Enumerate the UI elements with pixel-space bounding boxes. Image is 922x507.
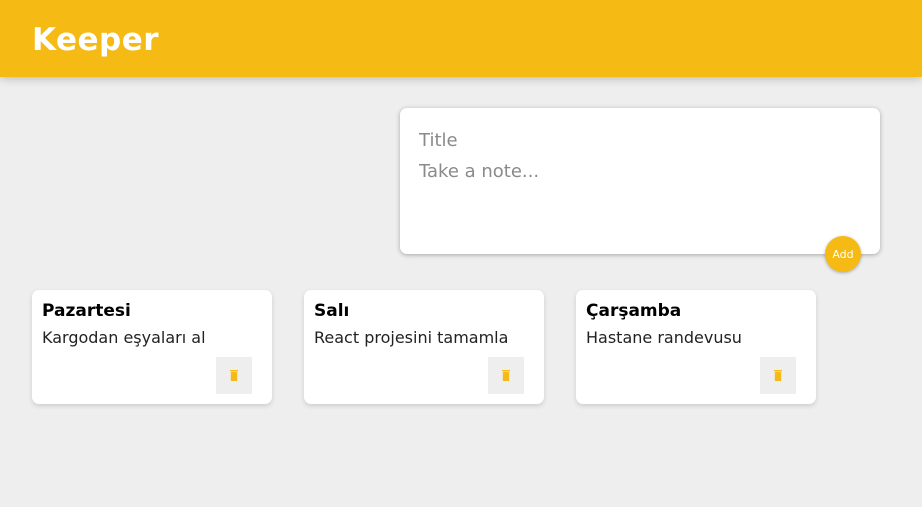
note-content: Hastane randevusu	[586, 328, 742, 347]
delete-note-button[interactable]	[488, 357, 524, 394]
app-header: Keeper	[0, 0, 922, 77]
note-content: Kargodan eşyaları al	[42, 328, 206, 347]
add-note-button[interactable]: Add	[825, 236, 861, 272]
trash-icon	[774, 370, 782, 381]
note-card: Pazartesi Kargodan eşyaları al	[32, 290, 272, 404]
app-title: Keeper	[32, 22, 160, 58]
delete-note-button[interactable]	[760, 357, 796, 394]
note-card: Salı React projesini tamamla	[304, 290, 544, 404]
note-card: Çarşamba Hastane randevusu	[576, 290, 816, 404]
delete-note-button[interactable]	[216, 357, 252, 394]
create-note-form	[400, 108, 880, 254]
note-title: Çarşamba	[586, 301, 682, 321]
note-title: Pazartesi	[42, 301, 131, 321]
trash-icon	[230, 370, 238, 381]
note-content: React projesini tamamla	[314, 328, 509, 347]
note-content-input[interactable]	[419, 159, 859, 219]
trash-icon	[502, 370, 510, 381]
note-title: Salı	[314, 301, 350, 321]
note-title-input[interactable]	[419, 127, 859, 153]
